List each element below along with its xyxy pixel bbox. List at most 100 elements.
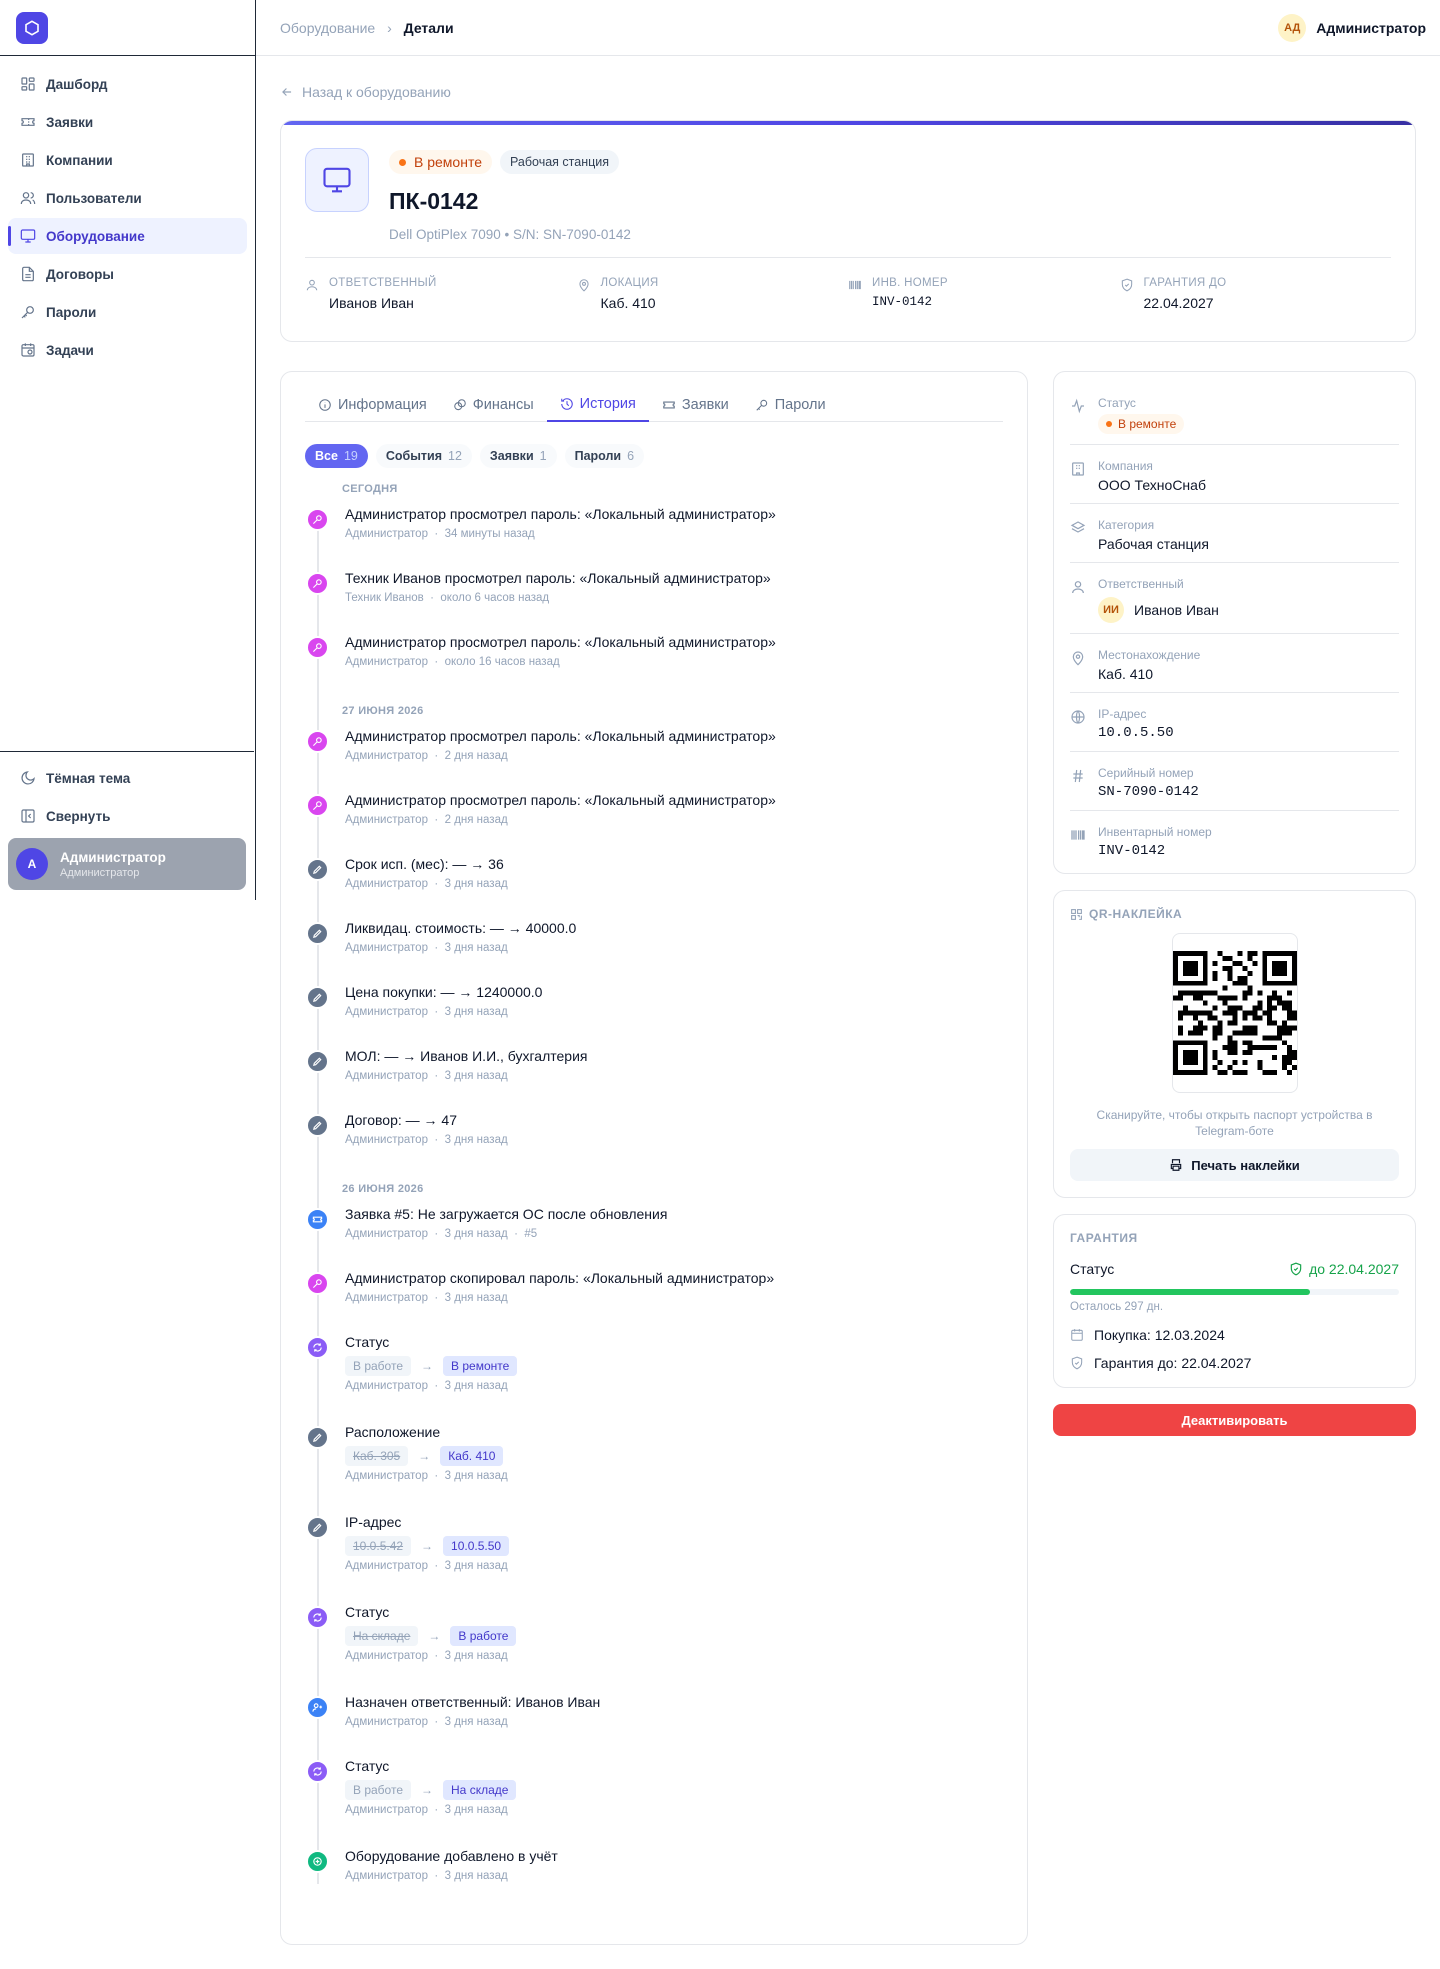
pencil-icon	[306, 1050, 329, 1073]
sidebar-item-label: Дашборд	[46, 76, 108, 92]
filter-all[interactable]: Все 19	[305, 444, 368, 468]
timeline-group-label: 26 июня 2026	[342, 1183, 424, 1195]
new-value: Каб. 410	[440, 1446, 504, 1466]
qr-caption: Сканируйте, чтобы открыть паспорт устрой…	[1096, 1108, 1373, 1138]
timeline-item: Статус В работе → На складе Администратор …	[305, 1756, 1003, 1846]
event-author: Администратор	[345, 1134, 428, 1146]
event-diff: Каб. 305 → Каб. 410	[345, 1446, 1003, 1466]
key-icon	[306, 1272, 329, 1295]
fact-value: Иванов Иван	[329, 295, 414, 311]
event-title: Статус	[345, 1758, 390, 1774]
arrow-right-icon: →	[428, 1629, 441, 1643]
user-icon	[306, 279, 318, 291]
app-logo[interactable]	[16, 12, 48, 44]
old-value: В работе	[345, 1356, 412, 1376]
print-label-button[interactable]: Печать наклейки	[1070, 1149, 1399, 1181]
warranty-until-row: Гарантия до: 22.04.2027	[1070, 1355, 1399, 1371]
tab-history[interactable]: История	[546, 388, 649, 422]
sidebar-item-dashboard[interactable]: Дашборд	[8, 66, 247, 102]
fact-key: Локация	[600, 277, 659, 289]
timeline-item: Администратор просмотрел пароль: «Локаль…	[305, 632, 1003, 696]
building-icon	[1072, 462, 1084, 476]
event-ref[interactable]: #5	[524, 1228, 537, 1240]
tab-finance[interactable]: Финансы	[440, 388, 547, 422]
prop-value[interactable]: Иванов Иван	[1134, 602, 1219, 618]
qr-title: QR-наклейка	[1070, 907, 1399, 921]
event-author: Администратор	[345, 1292, 428, 1304]
prop-company: Компания ООО ТехноСнаб	[1070, 445, 1399, 504]
prop-key: Местонахождение	[1098, 648, 1201, 662]
event-time: 3 дня назад	[444, 1470, 508, 1482]
prop-value: Рабочая станция	[1098, 536, 1209, 552]
event-meta: Администратор · 34 минуты назад	[345, 528, 535, 540]
sidebar-item-label: Пользователи	[46, 190, 142, 206]
tab-info[interactable]: Информация	[305, 388, 440, 422]
prop-responsible: Ответственный ИИ Иванов Иван	[1070, 563, 1399, 634]
history-panel: Информация Финансы История Заявки Пароли…	[280, 371, 1028, 1945]
breadcrumb-separator: ›	[387, 19, 392, 36]
event-author: Администратор	[345, 1070, 428, 1082]
dashboard-icon	[21, 77, 35, 91]
fact-responsible: Ответственный Иванов Иван	[305, 277, 577, 311]
event-time: 3 дня назад	[444, 1070, 508, 1082]
filter-count: 1	[539, 449, 547, 463]
event-meta: Техник Иванов · около 6 часов назад	[345, 592, 550, 604]
print-label-text: Печать наклейки	[1191, 1157, 1300, 1173]
sidebar-item-passwords[interactable]: Пароли	[8, 294, 247, 330]
timeline-item: Цена покупки: — → 1240000.0 Администрато…	[305, 982, 1003, 1046]
event-time: 3 дня назад	[444, 1228, 508, 1240]
event-time: 3 дня назад	[444, 1716, 508, 1728]
sidebar-item-contracts[interactable]: Договоры	[8, 256, 247, 292]
topbar-user-menu[interactable]: АД Администратор	[1278, 14, 1426, 42]
event-author: Администратор	[345, 528, 428, 540]
back-link[interactable]: Назад к оборудованию	[280, 82, 1416, 102]
key-icon	[306, 794, 329, 817]
tab-passwords[interactable]: Пароли	[742, 388, 839, 422]
ticket-icon	[21, 118, 35, 126]
timeline-item: Администратор просмотрел пароль: «Локаль…	[305, 504, 1003, 568]
theme-toggle[interactable]: Тёмная тема	[8, 760, 246, 796]
breadcrumb-parent[interactable]: Оборудование	[280, 20, 375, 36]
filter-passwords[interactable]: Пароли 6	[564, 444, 645, 468]
prop-value[interactable]: ООО ТехноСнаб	[1098, 477, 1206, 493]
sidebar-user-card[interactable]: А Администратор Администратор	[8, 838, 246, 890]
sidebar-item-equipment[interactable]: Оборудование	[8, 218, 247, 254]
filter-events[interactable]: События 12	[375, 444, 472, 468]
collapse-button[interactable]: Свернуть	[8, 798, 246, 834]
event-title: Цена покупки: — → 1240000.0	[345, 984, 543, 1000]
users-icon	[20, 192, 36, 205]
calendar-check-icon	[21, 343, 35, 357]
sidebar-item-users[interactable]: Пользователи	[8, 180, 247, 216]
sidebar-collapse-icon	[21, 809, 35, 823]
back-link-label: Назад к оборудованию	[302, 84, 451, 100]
event-meta: Администратор · 3 дня назад	[345, 878, 508, 890]
event-title[interactable]: Заявка #5: Не загружается ОС после обнов…	[345, 1204, 1003, 1224]
fact-key: Гарантия до	[1143, 277, 1227, 289]
sidebar-item-tickets[interactable]: Заявки	[8, 104, 247, 140]
filter-tickets[interactable]: Заявки 1	[479, 444, 557, 468]
event-time: 3 дня назад	[444, 1134, 508, 1146]
event-meta: Администратор · 3 дня назад	[345, 1560, 508, 1572]
tab-tickets[interactable]: Заявки	[649, 388, 742, 422]
event-author: Администратор	[345, 814, 428, 826]
prop-inventory: Инвентарный номер INV-0142	[1070, 811, 1399, 869]
filter-label: События	[385, 449, 443, 463]
arrow-right-icon: →	[418, 1449, 431, 1463]
sidebar-item-companies[interactable]: Компании	[8, 142, 247, 178]
warranty-status: до 22.04.2027	[1289, 1261, 1399, 1277]
fact-key: Инв. номер	[872, 277, 948, 289]
sidebar-item-tasks[interactable]: Задачи	[8, 332, 247, 368]
deactivate-button[interactable]: Деактивировать	[1053, 1404, 1416, 1436]
event-time: 3 дня назад	[444, 1650, 508, 1662]
shield-icon	[1121, 278, 1132, 292]
event-title: Администратор просмотрел пароль: «Локаль…	[345, 728, 776, 744]
prop-key: Серийный номер	[1098, 766, 1194, 780]
event-time: 3 дня назад	[444, 942, 508, 954]
sidebar-item-label: Пароли	[46, 304, 97, 320]
warranty-status-value: до 22.04.2027	[1309, 1261, 1399, 1277]
monitor-icon	[20, 229, 36, 243]
filter-label: Заявки	[489, 449, 534, 463]
event-title: Администратор просмотрел пароль: «Локаль…	[345, 792, 776, 808]
purchase-date: 12.03.2024	[1154, 1327, 1225, 1343]
timeline-item: Заявка #5: Не загружается ОС после обнов…	[305, 1204, 1003, 1268]
